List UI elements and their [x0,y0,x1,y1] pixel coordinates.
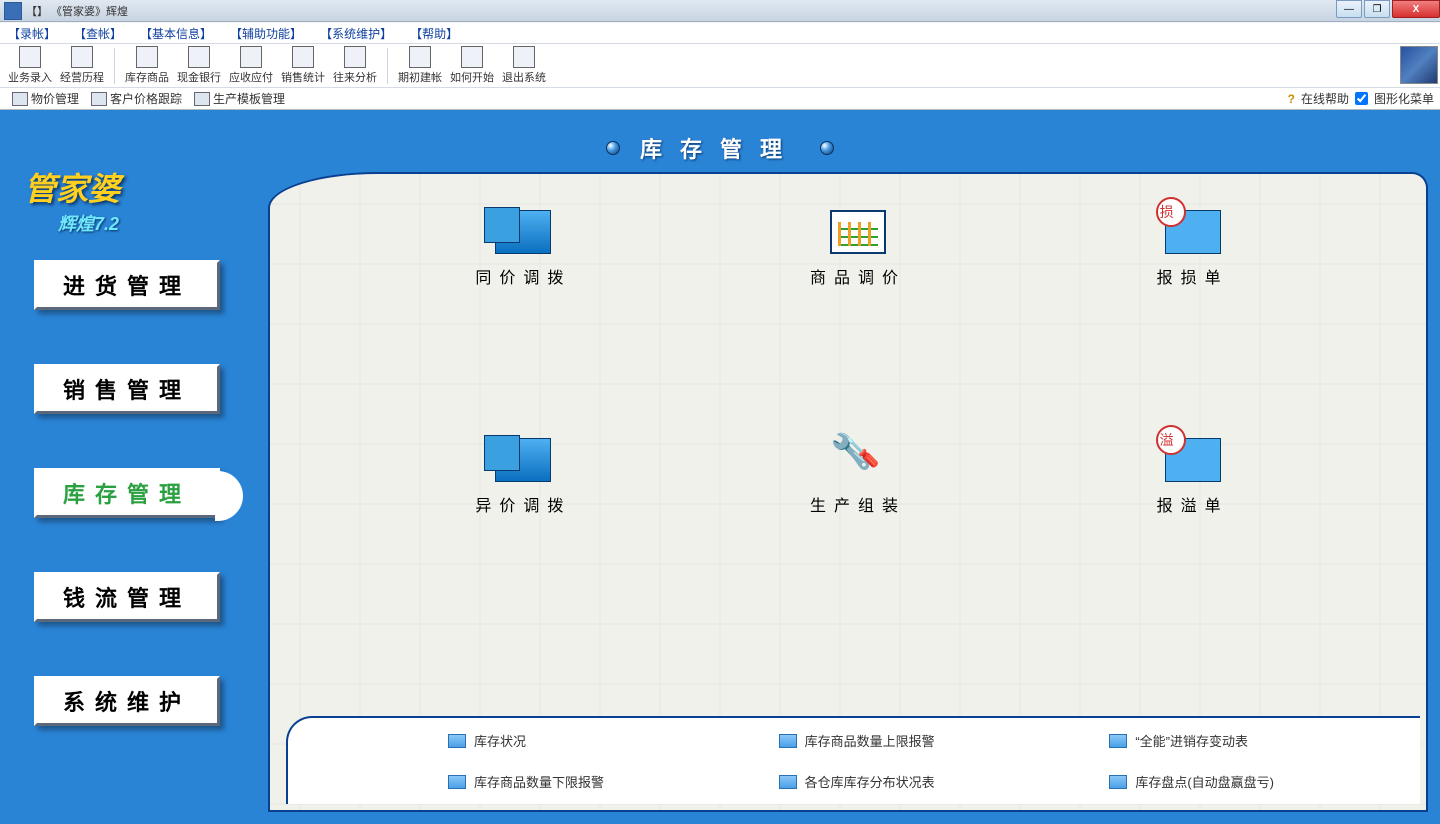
customer-price-track-icon [91,92,107,106]
price-mgmt-icon [12,92,28,106]
link-inventory-check[interactable]: 库存盘点(自动盘赢盘亏) [1109,772,1400,791]
nav-sysmaint[interactable]: 系统维护 [34,676,220,726]
help-icon: ? [1288,92,1295,106]
toolbtn-cash-bank[interactable]: 现金银行 [173,46,225,85]
maximize-button[interactable]: ❐ [1364,0,1390,18]
subbtn-price-mgmt[interactable]: 物价管理 [6,90,85,107]
menu-record[interactable]: 【录帐】 [8,25,56,42]
toolbar-main: 业务录入 经营历程 库存商品 现金银行 应收应付 销售统计 往来分析 期初建帐 … [0,44,1440,88]
menu-help[interactable]: 【帮助】 [410,25,458,42]
table-icon [779,775,797,789]
table-icon [1109,775,1127,789]
tools-icon [830,438,886,482]
subbtn-customer-price-track[interactable]: 客户价格跟踪 [85,90,188,107]
graphical-menu-checkbox[interactable] [1355,92,1368,105]
menu-query[interactable]: 【查帐】 [74,25,122,42]
menu-aux[interactable]: 【辅助功能】 [230,25,302,42]
titlebar: 【】 《管家婆》辉煌 — ❐ X [0,0,1440,22]
damage-icon [1165,210,1221,254]
toolbtn-exit[interactable]: 退出系统 [498,46,550,85]
overflow-icon [1165,438,1221,482]
table-icon [779,734,797,748]
init-book-icon [409,46,431,68]
toolbtn-sales-stat[interactable]: 销售统计 [277,46,329,85]
toolbtn-contact-analysis[interactable]: 往来分析 [329,46,381,85]
menu-basic-info[interactable]: 【基本信息】 [140,25,212,42]
jewel-left-icon [606,141,620,155]
jewel-right-icon [820,141,834,155]
toolbtn-stock[interactable]: 库存商品 [121,46,173,85]
logo-sub: 辉煌7.2 [58,210,244,236]
stock-icon [136,46,158,68]
link-lower-alarm[interactable]: 库存商品数量下限报警 [448,772,739,791]
func-overflow-report[interactable]: 报溢单 [1045,438,1340,516]
sidebar: 管家婆 辉煌7.2 进货管理 销售管理 库存管理 钱流管理 系统维护 [14,146,254,816]
online-help-link[interactable]: 在线帮助 [1301,90,1349,107]
nav-inventory[interactable]: 库存管理 [34,468,220,518]
link-warehouse-distribution[interactable]: 各仓库库存分布状况表 [779,772,1070,791]
func-diff-price-transfer[interactable]: 异价调拨 [376,438,671,516]
app-icon [4,2,22,20]
table-icon [448,734,466,748]
main-panel-inner: 同价调拨 商品调价 报损单 异价调拨 生产组装 [276,180,1420,804]
main-panel: 同价调拨 商品调价 报损单 异价调拨 生产组装 [268,172,1428,812]
sales-stat-icon [292,46,314,68]
link-upper-alarm[interactable]: 库存商品数量上限报警 [779,731,1070,750]
toolbar-sep [114,48,115,84]
bottom-panel: 库存状况 库存商品数量上限报警 “全能”进销存变动表 库存商品数量下限报警 各仓… [286,716,1420,804]
window-title: 【】 《管家婆》辉煌 [26,3,128,19]
close-button[interactable]: X [1392,0,1440,18]
nav-cashflow[interactable]: 钱流管理 [34,572,220,622]
window-controls: — ❐ X [1334,0,1440,18]
func-price-adjust[interactable]: 商品调价 [711,210,1006,288]
graphical-menu-label: 图形化菜单 [1374,90,1434,107]
minimize-button[interactable]: — [1336,0,1362,18]
warehouse-transfer-icon [495,210,551,254]
toolbtn-receivable[interactable]: 应收应付 [225,46,277,85]
func-same-price-transfer[interactable]: 同价调拨 [376,210,671,288]
contact-analysis-icon [344,46,366,68]
link-allpower-report[interactable]: “全能”进销存变动表 [1109,731,1400,750]
toolbar-sub: 物价管理 客户价格跟踪 生产模板管理 ? 在线帮助 图形化菜单 [0,88,1440,110]
report-links: 库存状况 库存商品数量上限报警 “全能”进销存变动表 库存商品数量下限报警 各仓… [308,724,1400,798]
history-icon [71,46,93,68]
toolbtn-how-start[interactable]: 如何开始 [446,46,498,85]
page-title: 库存管理 [640,132,800,164]
table-icon [1109,734,1127,748]
how-start-icon [461,46,483,68]
nav-sales[interactable]: 销售管理 [34,364,220,414]
menu-sys-maint[interactable]: 【系统维护】 [320,25,392,42]
brand-cube-icon [1400,46,1438,84]
toolbar-sep [387,48,388,84]
func-assembly[interactable]: 生产组装 [711,438,1006,516]
receivable-icon [240,46,262,68]
link-stock-status[interactable]: 库存状况 [448,731,739,750]
nav-purchase[interactable]: 进货管理 [34,260,220,310]
logo-main: 管家婆 [24,164,244,210]
function-icon-grid: 同价调拨 商品调价 报损单 异价调拨 生产组装 [376,210,1340,516]
warehouse-transfer-icon [495,438,551,482]
cash-bank-icon [188,46,210,68]
biz-entry-icon [19,46,41,68]
price-chart-icon [830,210,886,254]
toolbtn-init-book[interactable]: 期初建帐 [394,46,446,85]
exit-icon [513,46,535,68]
menubar: 【录帐】 【查帐】 【基本信息】 【辅助功能】 【系统维护】 【帮助】 [0,22,1440,44]
prod-template-icon [194,92,210,106]
content-area: 库存管理 管家婆 辉煌7.2 进货管理 销售管理 库存管理 钱流管理 系统维护 … [0,110,1440,824]
logo-area: 管家婆 辉煌7.2 [14,146,254,260]
table-icon [448,775,466,789]
toolbtn-biz-entry[interactable]: 业务录入 [4,46,56,85]
toolbtn-history[interactable]: 经营历程 [56,46,108,85]
subbtn-prod-template[interactable]: 生产模板管理 [188,90,291,107]
func-damage-report[interactable]: 报损单 [1045,210,1340,288]
